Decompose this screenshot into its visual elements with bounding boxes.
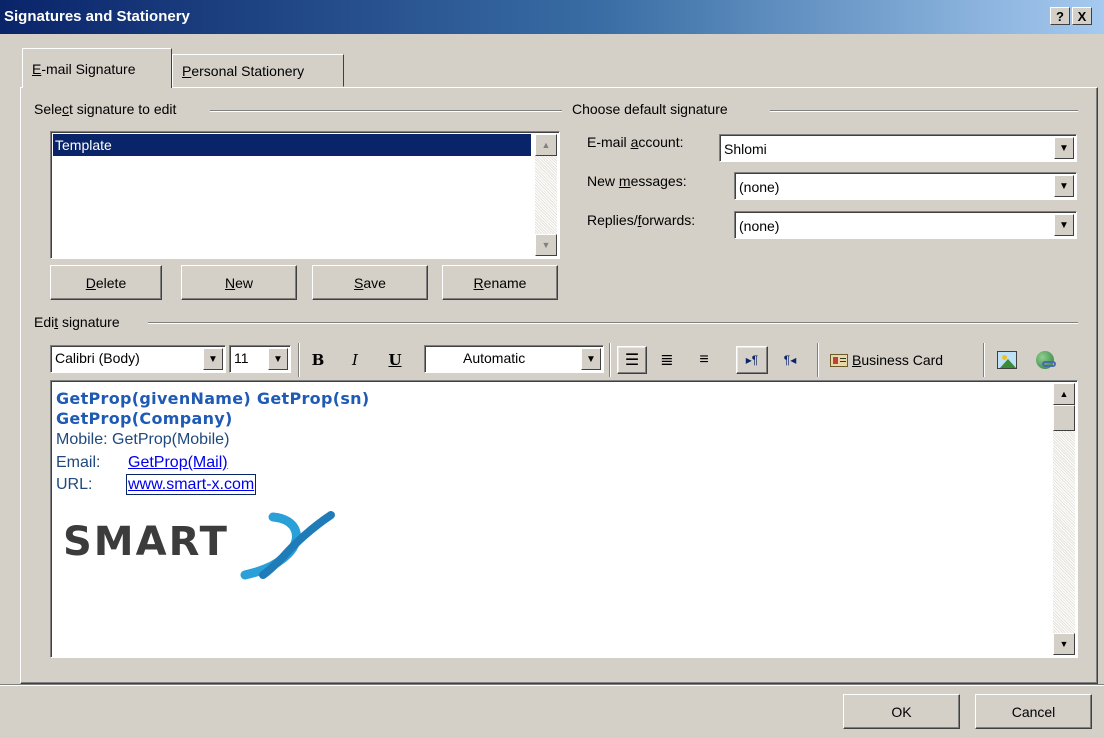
business-card-button[interactable]: Business Card: [830, 346, 970, 374]
signature-email-line: Email: GetProp(Mail): [56, 454, 228, 471]
tab-personal-stationery[interactable]: Personal Stationery: [172, 54, 344, 87]
new-messages-select[interactable]: (none) ▼: [734, 172, 1077, 200]
underline-button[interactable]: U: [383, 346, 407, 374]
scroll-thumb[interactable]: [1053, 405, 1075, 431]
toolbar-separator: [983, 343, 985, 377]
signature-url-line: URL: www.smart-x.com: [56, 474, 257, 495]
window-title: Signatures and Stationery: [4, 8, 190, 25]
tab-mnemonic: E: [32, 61, 42, 77]
ok-button[interactable]: OK: [843, 694, 960, 729]
help-button[interactable]: ?: [1050, 7, 1070, 25]
email-link[interactable]: GetProp(Mail): [128, 454, 228, 471]
rename-button[interactable]: Rename: [442, 265, 558, 300]
scroll-down-arrow-icon[interactable]: ▼: [1053, 633, 1075, 655]
list-scrollbar[interactable]: ▲ ▼: [535, 134, 557, 256]
group-divider: [770, 110, 1078, 112]
chevron-down-icon[interactable]: ▼: [203, 348, 223, 370]
new-messages-label: New messages:: [587, 173, 687, 189]
toolbar-separator: [609, 343, 611, 377]
delete-button[interactable]: Delete: [50, 265, 162, 300]
title-bar: Signatures and Stationery ? X: [0, 0, 1104, 34]
edit-signature-header: Edit signature: [34, 314, 126, 330]
replies-forwards-label: Replies/forwards:: [587, 212, 696, 228]
business-card-icon: [830, 353, 848, 367]
save-button[interactable]: Save: [312, 265, 428, 300]
email-account-select[interactable]: Shlomi ▼: [719, 134, 1077, 162]
insert-picture-icon[interactable]: [993, 346, 1021, 374]
toolbar-separator: [298, 343, 300, 377]
chevron-down-icon[interactable]: ▼: [268, 348, 288, 370]
tab-email-signature[interactable]: E-mail Signature: [22, 48, 172, 88]
scroll-up-arrow-icon[interactable]: ▲: [1053, 383, 1075, 405]
new-button[interactable]: New: [181, 265, 297, 300]
signature-company-line: GetProp(Company): [56, 409, 233, 428]
font-color-select[interactable]: Automatic ▼: [424, 345, 604, 373]
ltr-paragraph-icon[interactable]: ▸¶: [736, 346, 768, 374]
bold-button[interactable]: B: [306, 346, 330, 374]
group-divider: [148, 322, 1078, 324]
insert-hyperlink-icon[interactable]: [1031, 346, 1059, 374]
cancel-button[interactable]: Cancel: [975, 694, 1092, 729]
select-signature-header: Select signature to edit: [34, 101, 183, 117]
scroll-up-arrow-icon[interactable]: ▲: [535, 134, 557, 156]
close-button[interactable]: X: [1072, 7, 1092, 25]
align-left-icon[interactable]: ☰: [617, 346, 647, 374]
align-right-icon[interactable]: ≡: [690, 346, 718, 374]
rtl-paragraph-icon[interactable]: ¶◂: [775, 346, 805, 374]
url-link[interactable]: www.smart-x.com: [125, 474, 257, 495]
scroll-down-arrow-icon[interactable]: ▼: [535, 234, 557, 256]
list-item[interactable]: Template: [53, 134, 531, 156]
signature-editor[interactable]: GetProp(givenName) GetProp(sn) GetProp(C…: [50, 380, 1078, 658]
signature-list[interactable]: Template ▲ ▼: [50, 131, 560, 259]
tab-label: -mail Signature: [41, 61, 136, 77]
font-size-select[interactable]: 11 ▼: [229, 345, 291, 373]
footer-divider: [0, 684, 1104, 686]
replies-forwards-select[interactable]: (none) ▼: [734, 211, 1077, 239]
italic-button[interactable]: I: [343, 346, 367, 374]
toolbar-separator: [817, 343, 819, 377]
chevron-down-icon[interactable]: ▼: [1054, 175, 1074, 197]
tab-label: ersonal Stationery: [191, 63, 305, 79]
chevron-down-icon[interactable]: ▼: [1054, 214, 1074, 236]
editor-scrollbar[interactable]: ▲ ▼: [1053, 383, 1075, 655]
signature-mobile-line: Mobile: GetProp(Mobile): [56, 431, 230, 448]
default-signature-header: Choose default signature: [572, 101, 734, 117]
signature-name-line: GetProp(givenName) GetProp(sn): [56, 389, 370, 408]
chevron-down-icon[interactable]: ▼: [1054, 137, 1074, 159]
align-center-icon[interactable]: ≣: [653, 346, 681, 374]
chevron-down-icon[interactable]: ▼: [581, 348, 601, 370]
email-account-label: E-mail account:: [587, 134, 684, 150]
font-name-select[interactable]: Calibri (Body) ▼: [50, 345, 226, 373]
tab-mnemonic: P: [182, 63, 192, 79]
group-divider: [210, 110, 562, 112]
smartx-logo: SMART: [63, 509, 353, 581]
logo-wordmark: SMART: [63, 519, 229, 565]
